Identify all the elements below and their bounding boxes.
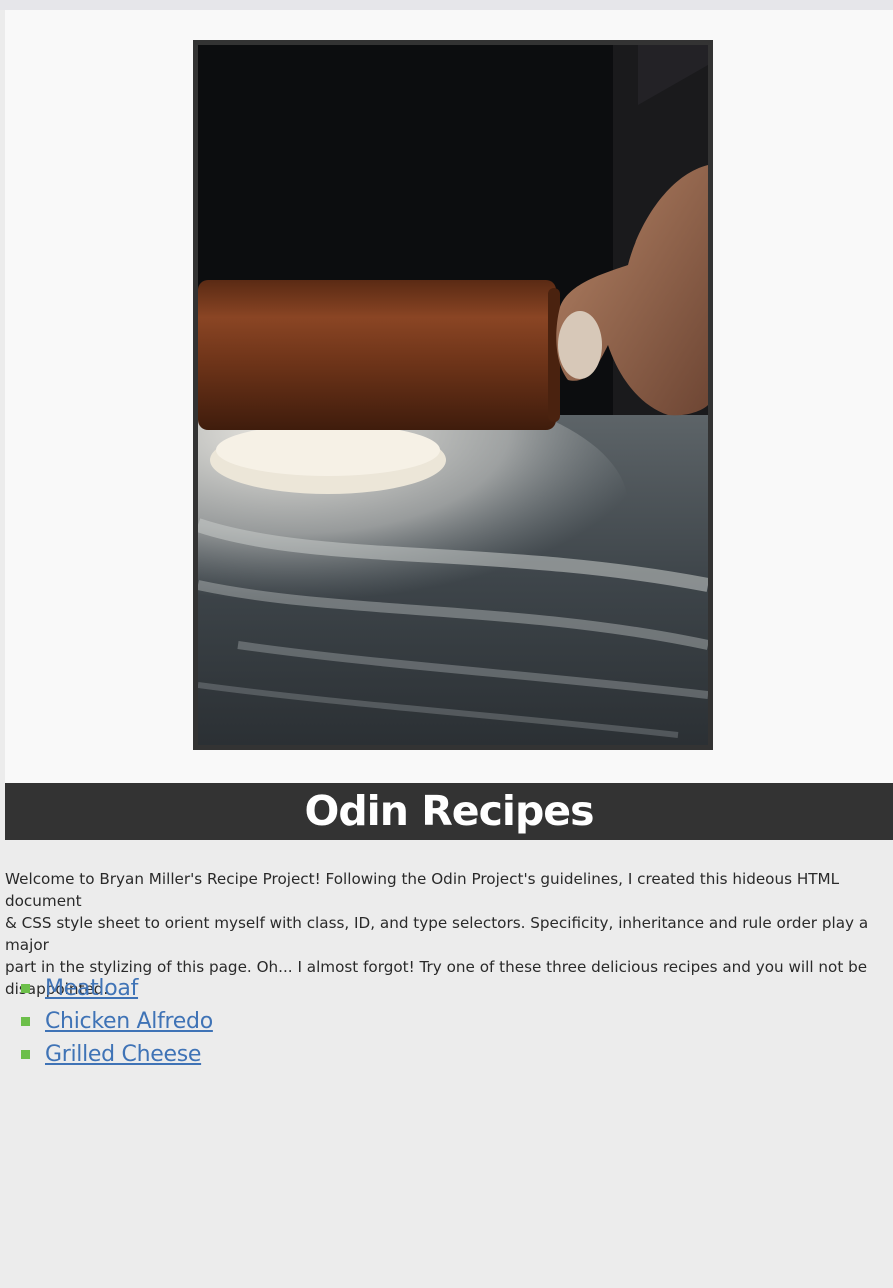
chicken-alfredo-link[interactable]: Chicken Alfredo bbox=[45, 1009, 213, 1034]
title-bar: Odin Recipes bbox=[5, 783, 893, 840]
rolling-pin-photo bbox=[198, 45, 708, 745]
list-item: Grilled Cheese bbox=[5, 1038, 605, 1071]
page-title: Odin Recipes bbox=[304, 787, 594, 835]
bullet-icon bbox=[21, 1017, 30, 1026]
list-item: Chicken Alfredo bbox=[5, 1005, 605, 1038]
meatloaf-link[interactable]: Meatloaf bbox=[45, 976, 138, 1001]
hero-section bbox=[5, 10, 893, 783]
browser-top-strip bbox=[0, 0, 893, 10]
bullet-icon bbox=[21, 984, 30, 993]
hero-photo bbox=[193, 40, 713, 750]
recipe-list: Meatloaf Chicken Alfredo Grilled Cheese bbox=[5, 972, 605, 1071]
grilled-cheese-link[interactable]: Grilled Cheese bbox=[45, 1042, 201, 1067]
list-item: Meatloaf bbox=[5, 972, 605, 1005]
bullet-icon bbox=[21, 1050, 30, 1059]
